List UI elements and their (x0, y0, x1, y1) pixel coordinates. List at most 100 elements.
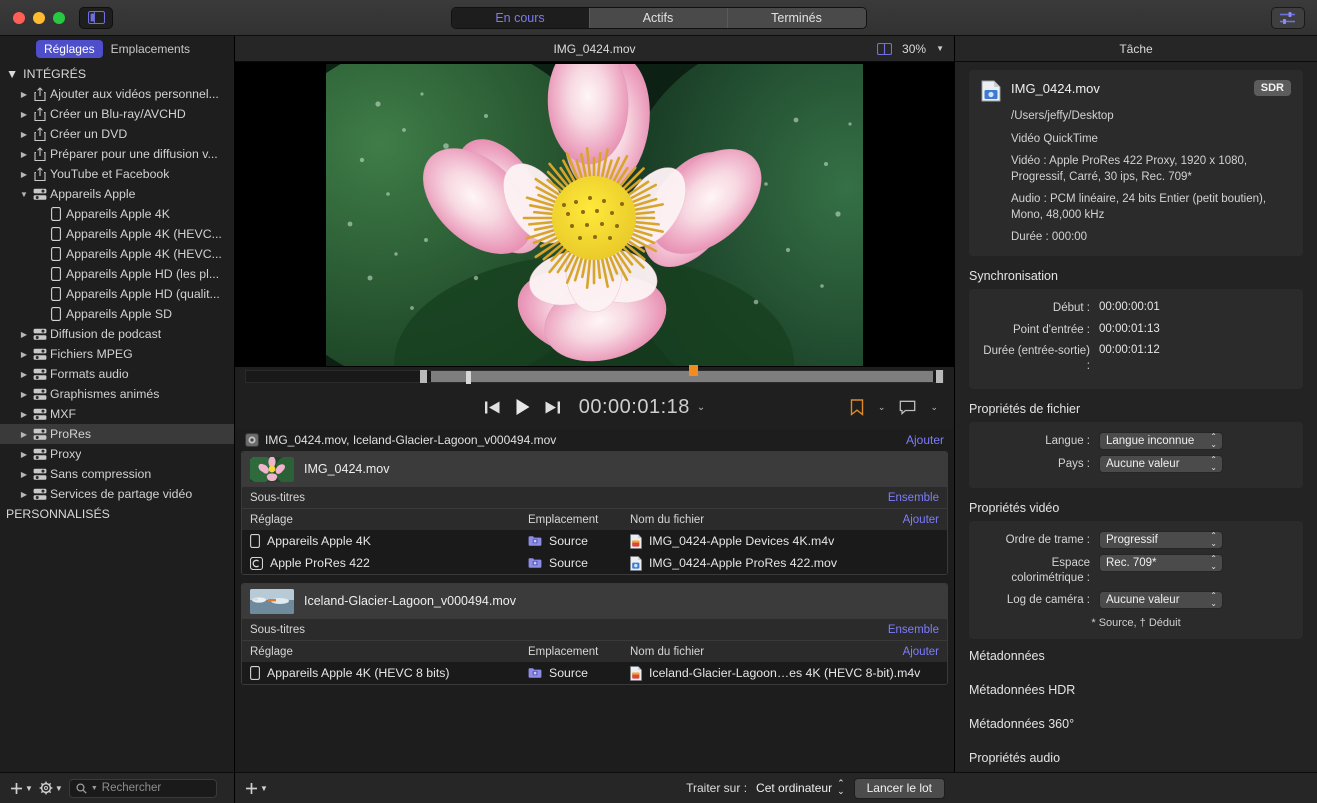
output-row[interactable]: Appareils Apple 4K (HEVC 8 bits) Source Ic… (242, 662, 947, 684)
chevron-right-icon[interactable]: ▶ (18, 450, 30, 459)
chevron-right-icon[interactable]: ▶ (18, 350, 30, 359)
sidebar-tab-reglages[interactable]: Réglages (35, 40, 103, 58)
zoom-level-menu[interactable]: 30% (902, 42, 926, 56)
add-setting-button[interactable]: ▼ (10, 782, 33, 795)
chevron-right-icon[interactable]: ▶ (18, 110, 30, 119)
chevron-right-icon[interactable]: ▶ (18, 470, 30, 479)
sidebar-toggle-button[interactable] (79, 6, 113, 29)
sidebar-item-appareils-apple-hd-qualit[interactable]: Appareils Apple HD (qualit... (0, 284, 234, 304)
search-field[interactable]: ▼ Rechercher (68, 778, 217, 798)
bookmark-icon[interactable] (850, 398, 864, 416)
skip-forward-icon[interactable] (544, 400, 561, 415)
section-metadonnees-hdr[interactable]: Métadonnées HDR (969, 673, 1303, 707)
log-camera-popup-button[interactable]: Aucune valeur ⌃ ⌄ (1099, 591, 1223, 610)
sidebar-item-appareils-apple-sd[interactable]: Appareils Apple SD (0, 304, 234, 324)
sidebar-item-appareils-apple-4k[interactable]: Appareils Apple 4K (0, 204, 234, 224)
chevron-right-icon[interactable]: ▶ (18, 90, 30, 99)
chevron-right-icon[interactable]: ▶ (18, 410, 30, 419)
sidebar-item-pr-parer-pour-une-diffusion-v[interactable]: ▶ Préparer pour une diffusion v... (0, 144, 234, 164)
ordre-trame-popup-button[interactable]: Progressif ⌃ ⌄ (1099, 531, 1223, 550)
sidebar-item-proxy[interactable]: ▶ Proxy (0, 444, 234, 464)
sidebar-item-formats-audio[interactable]: ▶ Formats audio (0, 364, 234, 384)
output-location-cell[interactable]: Source (528, 534, 630, 548)
outputs-add-link[interactable]: Ajouter (903, 514, 939, 526)
scrubber-track[interactable] (245, 364, 944, 384)
sidebar-item-youtube-et-facebook[interactable]: ▶ YouTube et Facebook (0, 164, 234, 184)
sidebar-item-ajouter-aux-vid-os-personnel[interactable]: ▶ Ajouter aux vidéos personnel... (0, 84, 234, 104)
job-item[interactable]: IMG_0424.mov Sous-titres Ensemble Réglage Em… (241, 451, 948, 575)
section-metadonnees[interactable]: Métadonnées (969, 639, 1303, 673)
split-view-icon[interactable] (877, 42, 893, 55)
output-setting-cell[interactable]: Appareils Apple 4K (250, 534, 528, 548)
outputs-add-link[interactable]: Ajouter (903, 646, 939, 658)
tab-termines[interactable]: Terminés (727, 7, 866, 28)
current-timecode[interactable]: 00:00:01:18 (579, 396, 690, 419)
chevron-down-icon[interactable]: ⌄ (930, 402, 938, 413)
chevron-right-icon[interactable]: ▶ (18, 430, 30, 439)
tree-group-integres[interactable]: ▼ INTÉGRÉS (0, 64, 234, 84)
batch-add-link[interactable]: Ajouter (906, 433, 944, 447)
tab-en-cours[interactable]: En cours (451, 7, 590, 28)
output-location-cell[interactable]: Source (528, 666, 630, 680)
section-metadonnees-360[interactable]: Métadonnées 360° (969, 707, 1303, 741)
in-point-handle[interactable] (420, 369, 428, 383)
close-button[interactable] (13, 11, 25, 24)
pays-popup-button[interactable]: Aucune valeur ⌃ ⌄ (1099, 455, 1223, 474)
settings-tree[interactable]: ▼ INTÉGRÉS ▶ Ajouter aux vidéos personnel… (0, 62, 234, 772)
caption-bubble-icon[interactable] (899, 400, 916, 415)
sidebar-item-diffusion-de-podcast[interactable]: ▶ Diffusion de podcast (0, 324, 234, 344)
settings-action-button[interactable]: ▼ (39, 781, 63, 795)
chevron-right-icon[interactable]: ▶ (18, 490, 30, 499)
start-batch-button[interactable]: Lancer le lot (853, 777, 945, 799)
job-item[interactable]: Iceland-Glacier-Lagoon_v000494.mov Sous-t… (241, 583, 948, 685)
output-location-cell[interactable]: Source (528, 556, 630, 570)
minimize-button[interactable] (33, 11, 45, 24)
sidebar-item-appareils-apple[interactable]: ▼ Appareils Apple (0, 184, 234, 204)
section-proprietes-audio[interactable]: Propriétés audio (969, 741, 1303, 772)
subtitles-ensemble-link[interactable]: Ensemble (888, 492, 939, 504)
chevron-right-icon[interactable]: ▶ (18, 150, 30, 159)
sidebar-item-graphismes-anim-s[interactable]: ▶ Graphismes animés (0, 384, 234, 404)
espace-colorimetrique-popup-button[interactable]: Rec. 709* ⌃ ⌄ (1099, 554, 1223, 573)
out-point-handle[interactable] (936, 369, 943, 383)
sidebar-item-cr-er-un-blu-ray-avchd[interactable]: ▶ Créer un Blu-ray/AVCHD (0, 104, 234, 124)
chevron-down-icon[interactable]: ⌄ (878, 402, 886, 413)
sidebar-item-services-de-partage-vid-o[interactable]: ▶ Services de partage vidéo (0, 484, 234, 504)
scrubber-row[interactable] (235, 364, 954, 385)
chevron-right-icon[interactable]: ▶ (18, 390, 30, 399)
job-title-row[interactable]: IMG_0424.mov (242, 452, 947, 486)
output-setting-cell[interactable]: Apple ProRes 422 (250, 556, 528, 570)
chevron-down-icon[interactable]: ▼ (936, 44, 944, 53)
sidebar-item-appareils-apple-4k-hevc[interactable]: Appareils Apple 4K (HEVC... (0, 244, 234, 264)
chevron-right-icon[interactable]: ▶ (18, 170, 30, 179)
output-setting-cell[interactable]: Appareils Apple 4K (HEVC 8 bits) (250, 666, 528, 680)
status-segmented-control[interactable]: En cours Actifs Terminés (450, 6, 867, 29)
sidebar-item-cr-er-un-dvd[interactable]: ▶ Créer un DVD (0, 124, 234, 144)
output-filename-cell[interactable]: IMG_0424-Apple Devices 4K.m4v (630, 533, 939, 549)
sidebar-item-appareils-apple-4k-hevc[interactable]: Appareils Apple 4K (HEVC... (0, 224, 234, 244)
play-icon[interactable] (514, 398, 531, 416)
langue-popup-button[interactable]: Langue inconnue ⌃ ⌄ (1099, 432, 1223, 451)
sidebar-item-fichiers-mpeg[interactable]: ▶ Fichiers MPEG (0, 344, 234, 364)
chevron-right-icon[interactable]: ▶ (18, 330, 30, 339)
inspector-toggle-button[interactable] (1271, 6, 1305, 29)
output-filename-cell[interactable]: IMG_0424-Apple ProRes 422.mov (630, 555, 939, 571)
tree-group-personnalises[interactable]: PERSONNALISÉS (0, 504, 234, 524)
output-row[interactable]: Apple ProRes 422 Source IMG_0424-Apple Pro… (242, 552, 947, 574)
chevron-down-icon[interactable]: ▼ (18, 190, 30, 199)
sidebar-item-sans-compression[interactable]: ▶ Sans compression (0, 464, 234, 484)
video-preview[interactable] (235, 62, 954, 367)
chapter-marker[interactable] (688, 364, 698, 376)
playhead-handle[interactable] (465, 370, 471, 384)
sidebar-item-mxf[interactable]: ▶ MXF (0, 404, 234, 424)
job-title-row[interactable]: Iceland-Glacier-Lagoon_v000494.mov (242, 584, 947, 618)
add-job-button[interactable]: ▼ (245, 782, 268, 795)
scrubber-in-out-range[interactable] (430, 370, 933, 382)
process-target-popup[interactable]: Cet ordinateur ⌃ ⌄ (756, 779, 845, 796)
sidebar-tab-emplacements[interactable]: Emplacements (103, 40, 198, 58)
sidebar-item-appareils-apple-hd-les-pl[interactable]: Appareils Apple HD (les pl... (0, 264, 234, 284)
output-row[interactable]: Appareils Apple 4K Source IMG_0424-Apple D… (242, 530, 947, 552)
zoom-button[interactable] (53, 11, 65, 24)
chevron-right-icon[interactable]: ▶ (18, 130, 30, 139)
output-filename-cell[interactable]: Iceland-Glacier-Lagoon…es 4K (HEVC 8-bit… (630, 665, 939, 681)
